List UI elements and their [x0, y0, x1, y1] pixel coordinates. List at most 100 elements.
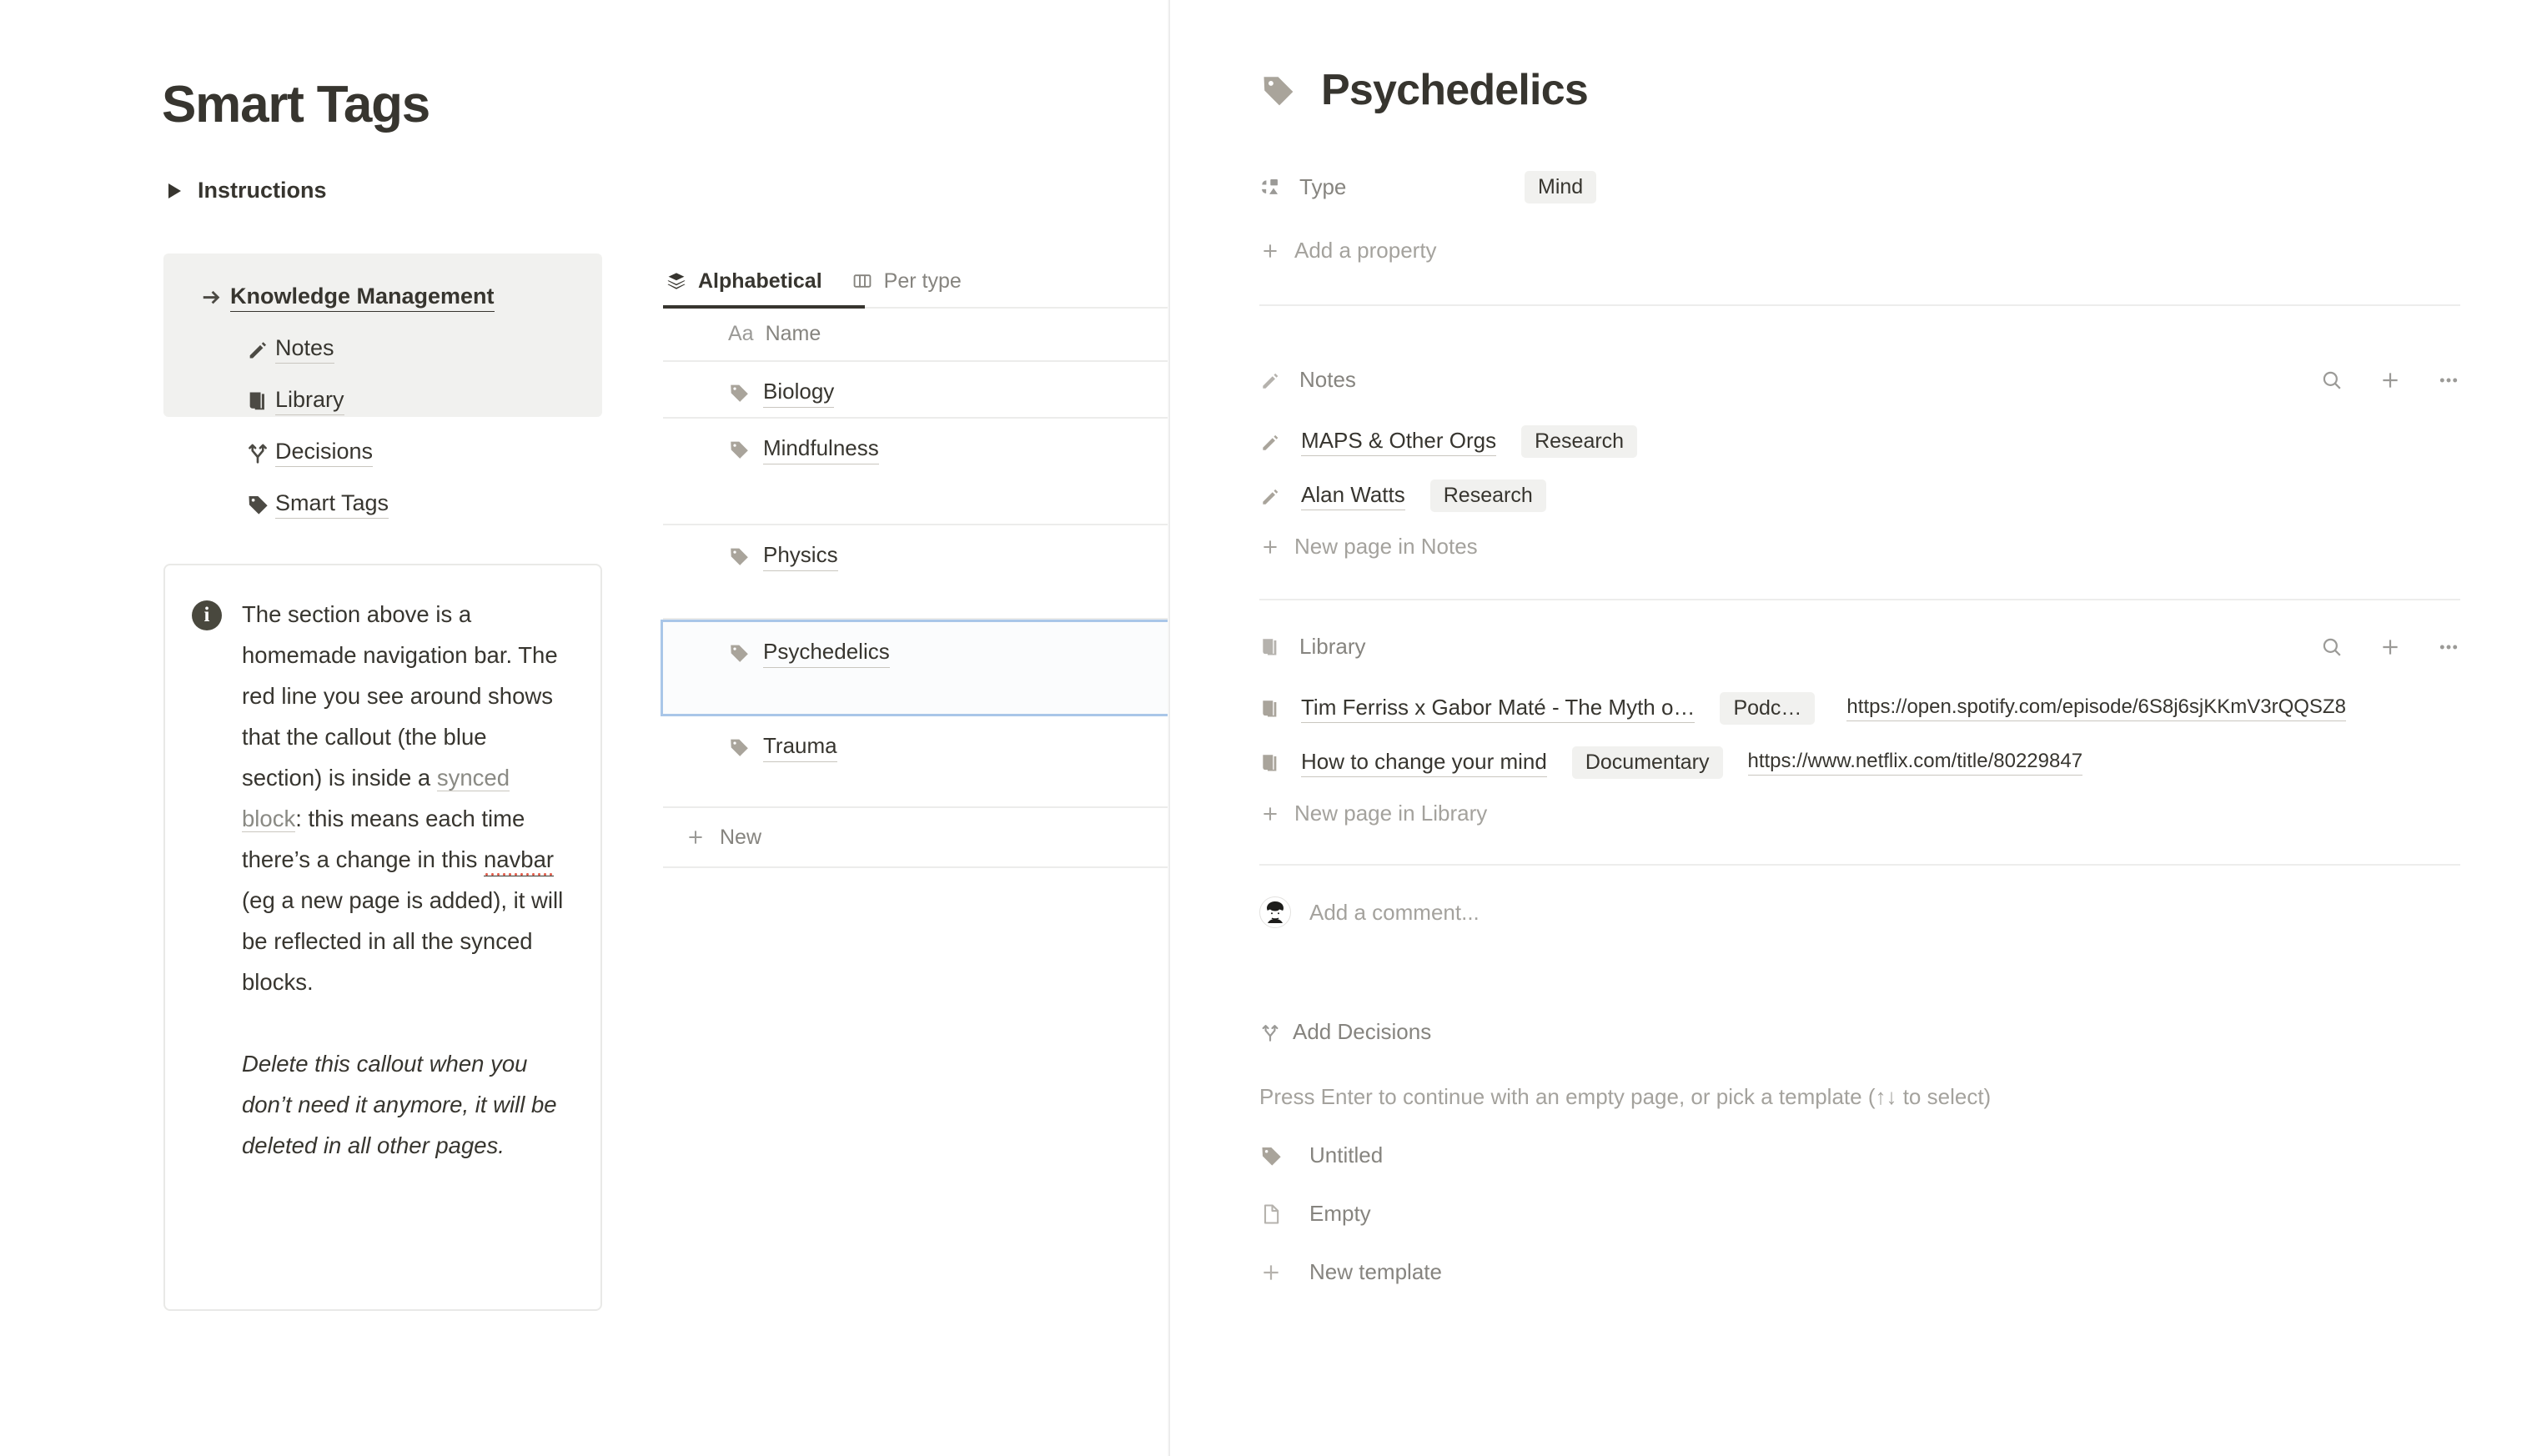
right-pane: Psychedelics Type Mind Add a property No…	[1170, 0, 2522, 1456]
arrow-right-icon	[195, 285, 230, 310]
sidebar-item-label: Library	[275, 387, 344, 415]
template-label: Empty	[1309, 1201, 1371, 1226]
tab-label: Alphabetical	[698, 269, 822, 293]
page-title: Psychedelics	[1321, 66, 1589, 114]
tag-icon	[728, 439, 750, 460]
ellipsis-icon[interactable]	[2437, 369, 2460, 392]
tag-name: Mindfulness	[763, 435, 879, 464]
ellipsis-icon[interactable]	[2437, 635, 2460, 659]
new-page-in-library-button[interactable]: New page in Library	[1259, 801, 1487, 826]
relation-url[interactable]: https://open.spotify.com/episode/6S8j6sj…	[1846, 695, 2346, 721]
plus-icon	[685, 826, 706, 848]
table-row-selected[interactable]: Psychedelics	[661, 620, 1170, 716]
pencil-icon	[1259, 485, 1288, 507]
plus-icon[interactable]	[2379, 635, 2402, 659]
relation-url[interactable]: https://www.netflix.com/title/80229847	[1747, 750, 2083, 776]
new-page-in-notes-button[interactable]: New page in Notes	[1259, 534, 1478, 560]
left-pane: Smart Tags Instructions Knowledge Manage…	[0, 0, 1170, 1456]
template-item-untitled[interactable]: Untitled	[1259, 1142, 1383, 1168]
relation-title: How to change your mind	[1301, 749, 1547, 777]
add-decisions-button[interactable]: Add Decisions	[1259, 1019, 1431, 1045]
plus-icon	[1259, 536, 1281, 558]
tag-name: Trauma	[763, 733, 837, 762]
tag-icon	[728, 382, 750, 404]
plus-icon[interactable]	[2379, 369, 2402, 392]
callout-para1-a: The section above is a homemade navigati…	[242, 601, 558, 791]
relation-title: Tim Ferriss x Gabor Maté - The Myth o…	[1301, 695, 1696, 723]
divider	[1259, 599, 2460, 600]
tag-icon	[1259, 72, 1296, 108]
new-page-label: New page in Notes	[1294, 534, 1478, 559]
new-page-label: New page in Library	[1294, 801, 1488, 826]
comment-composer[interactable]: Add a comment...	[1259, 896, 1480, 928]
sidebar-item-library[interactable]: Library	[163, 375, 602, 427]
branch-icon	[1259, 1022, 1281, 1043]
shapes-icon	[1259, 176, 1288, 199]
template-label: Untitled	[1309, 1142, 1384, 1167]
tag-icon	[1259, 1144, 1293, 1167]
pencil-icon	[1259, 431, 1288, 453]
relation-row[interactable]: Tim Ferriss x Gabor Maté - The Myth o… P…	[1259, 692, 2522, 725]
callout-block: i The section above is a homemade naviga…	[163, 564, 602, 1311]
relation-row[interactable]: MAPS & Other Orgs Research	[1259, 425, 1638, 458]
sidebar-item-notes[interactable]: Notes	[163, 324, 602, 375]
relation-row[interactable]: How to change your mind Documentary http…	[1259, 746, 2522, 779]
tab-per-type[interactable]: Per type	[852, 257, 962, 305]
relation-pill: Research	[1429, 479, 1546, 512]
relation-pill: Research	[1521, 425, 1638, 458]
tab-alphabetical[interactable]: Alphabetical	[666, 257, 822, 305]
table-row[interactable]: Physics	[663, 525, 1170, 620]
property-name: Type	[1299, 174, 1347, 199]
divider	[1259, 864, 2460, 866]
sidebar-item-label: Notes	[275, 335, 334, 364]
book-icon	[1259, 752, 1288, 774]
column-header-name: Name	[765, 321, 821, 345]
search-icon[interactable]	[2320, 635, 2344, 659]
relation-title: Alan Watts	[1301, 482, 1405, 510]
tag-name: Psychedelics	[763, 639, 890, 668]
new-row-button[interactable]: New	[663, 808, 1170, 868]
tags-database: Alphabetical Per type Aa Name Biology Mi…	[661, 257, 1170, 868]
section-header-notes: Notes	[1259, 367, 2460, 393]
new-template-button[interactable]: New template	[1259, 1259, 1442, 1285]
relation-pill: Podc…	[1720, 692, 1816, 725]
columns-icon	[852, 271, 872, 291]
relation-title: MAPS & Other Orgs	[1301, 428, 1497, 456]
add-property-button[interactable]: Add a property	[1259, 238, 1437, 264]
table-row[interactable]: Biology	[663, 362, 1170, 419]
active-tab-underline	[663, 305, 865, 309]
relation-row[interactable]: Alan Watts Research	[1259, 479, 1546, 512]
template-item-empty[interactable]: Empty	[1259, 1201, 1371, 1227]
page-header: Psychedelics	[1259, 65, 1589, 115]
page-title: Smart Tags	[162, 76, 430, 133]
add-property-label: Add a property	[1294, 238, 1437, 263]
table-row[interactable]: Trauma	[663, 716, 1170, 808]
section-label: Notes	[1299, 367, 1356, 392]
template-hint: Press Enter to continue with an empty pa…	[1259, 1084, 1992, 1109]
sidebar-item-smart-tags[interactable]: Smart Tags	[163, 479, 602, 530]
callout-para2: Delete this callout when you don’t need …	[242, 1051, 557, 1158]
text-type-icon: Aa	[728, 321, 754, 345]
tag-icon	[728, 736, 750, 758]
database-tabs: Alphabetical Per type	[663, 257, 1170, 309]
sidebar-item-label: Knowledge Management	[230, 284, 495, 312]
comment-input-placeholder[interactable]: Add a comment...	[1309, 900, 1480, 926]
sidebar-item-decisions[interactable]: Decisions	[163, 427, 602, 479]
divider	[1259, 304, 2460, 306]
callout-text: The section above is a homemade navigati…	[242, 594, 572, 1281]
table-row[interactable]: Mindfulness	[663, 419, 1170, 525]
instructions-toggle[interactable]: Instructions	[163, 178, 327, 203]
chevron-right-icon[interactable]	[168, 183, 181, 198]
plus-icon	[1259, 803, 1281, 825]
instructions-label: Instructions	[198, 178, 327, 203]
book-icon	[240, 389, 275, 413]
template-label: New template	[1309, 1259, 1442, 1284]
plus-icon	[1259, 1261, 1293, 1284]
section-actions	[2320, 635, 2460, 659]
property-row-type[interactable]: Type Mind	[1259, 171, 1597, 203]
search-icon[interactable]	[2320, 369, 2344, 392]
relation-pill: Documentary	[1571, 746, 1723, 779]
sidebar-item-knowledge-management[interactable]: Knowledge Management	[163, 272, 602, 324]
page-icon	[1259, 1202, 1293, 1226]
tag-icon	[240, 493, 275, 516]
